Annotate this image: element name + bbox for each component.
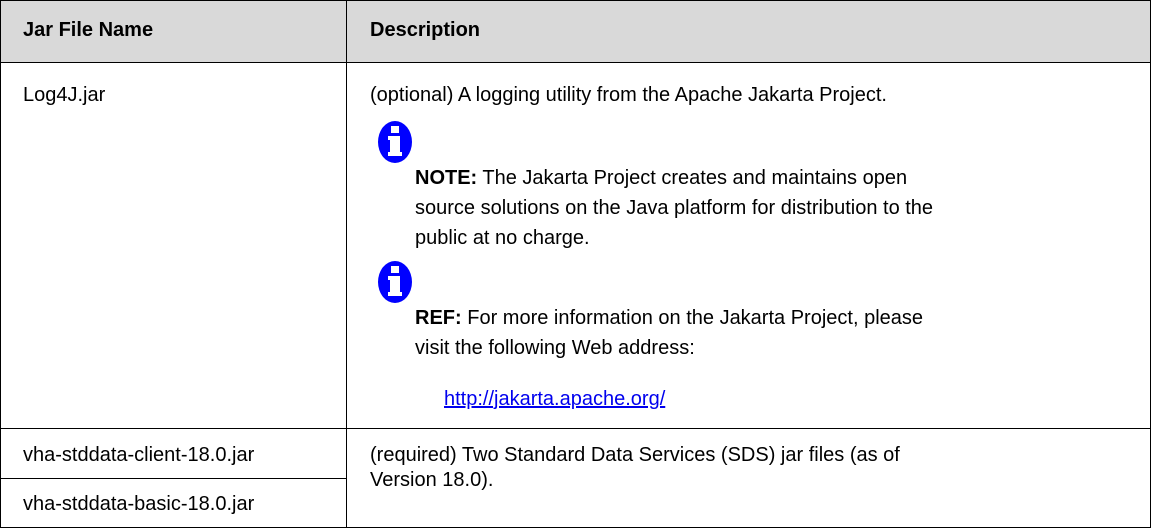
row-divider	[1, 62, 1150, 63]
description-sds-line-1: (required) Two Standard Data Services (S…	[370, 444, 900, 466]
ref-label: REF:	[415, 307, 462, 329]
description-log4j: (optional) A logging utility from the Ap…	[370, 84, 887, 106]
jar-name-stddata-basic: vha-stddata-basic-18.0.jar	[23, 493, 255, 515]
jar-name-log4j: Log4J.jar	[23, 84, 106, 106]
note-line-3: public at no charge.	[415, 227, 590, 249]
column-divider	[346, 1, 347, 527]
description-sds-line-2: Version 18.0).	[370, 469, 494, 491]
row-divider	[1, 478, 346, 479]
note-line-2: source solutions on the Java platform fo…	[415, 197, 934, 219]
jakarta-link[interactable]: http://jakarta.apache.org/	[444, 386, 665, 412]
ref-line-1: REF: For more information on the Jakarta…	[415, 307, 923, 329]
header-description: Description	[370, 19, 481, 41]
note-label: NOTE:	[415, 167, 478, 189]
header-row	[1, 1, 1150, 62]
row-divider	[1, 428, 1150, 429]
header-jar-file-name: Jar File Name	[23, 19, 154, 41]
jar-files-table: Jar File Name Description Log4J.jar (opt…	[0, 0, 1151, 528]
ref-line-2: visit the following Web address:	[415, 337, 695, 359]
jar-name-stddata-client: vha-stddata-client-18.0.jar	[23, 444, 255, 466]
info-icon	[378, 261, 412, 303]
info-icon	[378, 121, 412, 163]
note-line-1: NOTE: The Jakarta Project creates and ma…	[415, 167, 908, 189]
